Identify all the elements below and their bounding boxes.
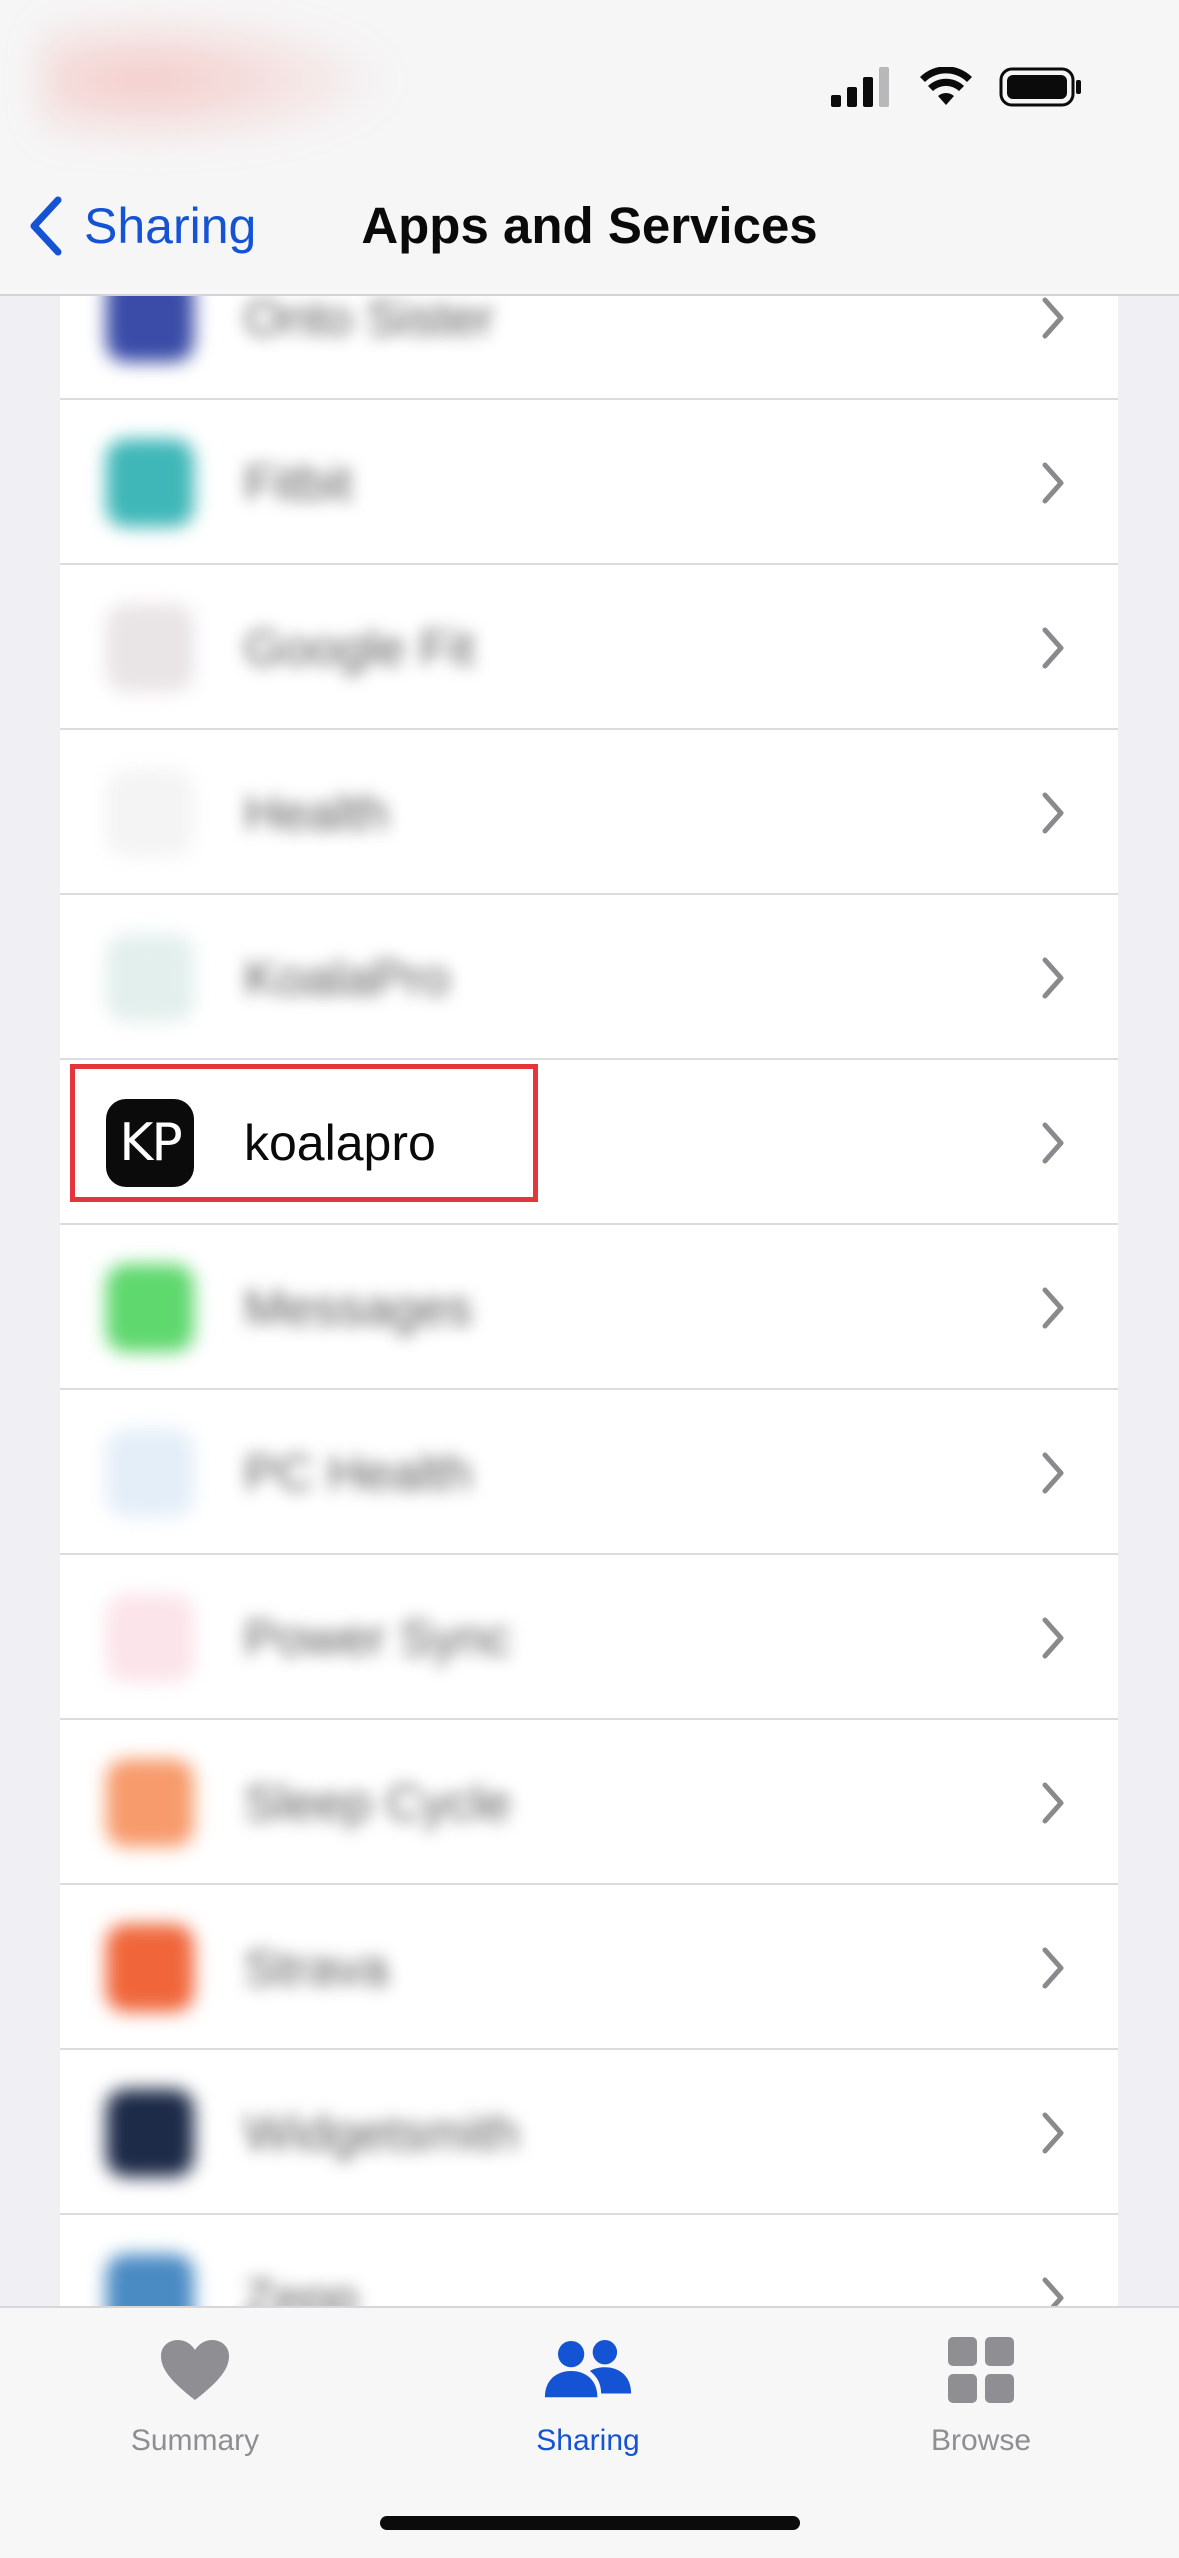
app-row-label: Onto Sister (244, 294, 495, 346)
app-row-label: Power Sync (244, 1610, 511, 1666)
app-row-label: Widgetsmith (244, 2105, 520, 2161)
app-row-label: KoalaPro (244, 950, 450, 1006)
app-icon-green (106, 1264, 194, 1352)
app-row-sleep-cycle[interactable]: Sleep Cycle (60, 1721, 1118, 1885)
app-icon-zepp (106, 2254, 194, 2306)
app-icon-dark-blue (106, 294, 194, 362)
app-icon-feather (106, 934, 194, 1022)
app-row-widgetsmith[interactable]: Widgetsmith (60, 2051, 1118, 2215)
app-row-zepp[interactable]: Zepp (60, 2216, 1118, 2306)
app-row-koalapro[interactable]: KoalaPro (60, 896, 1118, 1060)
app-row-label: Zepp (244, 2270, 358, 2306)
app-row-health[interactable]: Health (60, 731, 1118, 895)
app-row-label: Sleep Cycle (244, 1775, 511, 1831)
chevron-right-icon (1042, 1947, 1064, 1989)
app-row-google-fit[interactable]: Google Fit (60, 566, 1118, 730)
app-row-power-sync[interactable]: Power Sync (60, 1556, 1118, 1720)
app-row-label: Fitbit (244, 455, 353, 511)
chevron-right-icon (1042, 1122, 1064, 1164)
chevron-right-icon (1042, 2112, 1064, 2154)
app-row-label: Messages (244, 1280, 472, 1336)
apps-list: Onto Sister Fitbit Google Fit Health KoalaPr… (60, 294, 1118, 2306)
row-separator (60, 1553, 1118, 1555)
status-bar-blurred-area (40, 10, 400, 150)
tab-sharing-label: Sharing (536, 2424, 640, 2457)
row-separator (60, 1223, 1118, 1225)
cellular-signal-icon (831, 67, 889, 107)
app-row-label: PC Health (244, 1445, 472, 1501)
row-separator (60, 1718, 1118, 1720)
app-icon-strava (106, 1924, 194, 2012)
page-title-text: Apps and Services (361, 197, 818, 254)
app-icon-teal (106, 439, 194, 527)
chevron-right-icon (1042, 1287, 1064, 1329)
row-separator (60, 1388, 1118, 1390)
chevron-right-icon (1042, 462, 1064, 504)
app-row-label: Strava (244, 1940, 389, 1996)
row-separator (60, 1058, 1118, 1060)
status-bar-icons (831, 62, 1083, 112)
app-row-label: Health (244, 785, 389, 841)
chevron-right-icon (1042, 957, 1064, 999)
chevron-right-icon (1042, 1617, 1064, 1659)
tab-summary-label: Summary (130, 2424, 260, 2457)
app-row-fitbit[interactable]: Fitbit (60, 401, 1118, 565)
chevron-right-icon (1042, 297, 1064, 339)
tab-browse[interactable]: Browse (851, 2330, 1111, 2480)
navigation-bar: Sharing Apps and Services (0, 0, 1179, 296)
home-indicator (380, 2516, 800, 2530)
grid-icon (936, 2330, 1026, 2410)
tab-sharing[interactable]: Sharing (458, 2330, 718, 2480)
tab-summary[interactable]: Summary (65, 2330, 325, 2480)
app-row-messages[interactable]: Messages (60, 1226, 1118, 1390)
wifi-icon (920, 67, 972, 105)
tab-browse-label: Browse (930, 2424, 1032, 2457)
people-icon (543, 2330, 633, 2410)
row-separator (60, 728, 1118, 730)
row-separator (60, 2048, 1118, 2050)
row-separator (60, 398, 1118, 400)
app-icon-google-fit (106, 604, 194, 692)
chevron-right-icon (1042, 627, 1064, 669)
app-icon-navy (106, 2089, 194, 2177)
app-row-label: Google Fit (244, 620, 475, 676)
app-icon-health-heart (106, 769, 194, 857)
app-row-onto-sister[interactable]: Onto Sister (60, 294, 1118, 400)
row-separator (60, 563, 1118, 565)
highlight-annotation-box (70, 1064, 538, 1202)
heart-icon (150, 2330, 240, 2410)
app-icon-pink-heart (106, 1594, 194, 1682)
chevron-right-icon (1042, 1452, 1064, 1494)
app-icon-orange (106, 1759, 194, 1847)
app-row-strava[interactable]: Strava (60, 1886, 1118, 2050)
chevron-right-icon (1042, 1782, 1064, 1824)
page-title: Apps and Services (0, 190, 1179, 262)
row-separator (60, 1883, 1118, 1885)
app-icon-pc-health (106, 1429, 194, 1517)
chevron-right-icon (1042, 2277, 1064, 2306)
app-row-pc-health[interactable]: PC Health (60, 1391, 1118, 1555)
row-separator (60, 2213, 1118, 2215)
chevron-right-icon (1042, 792, 1064, 834)
battery-icon (999, 67, 1081, 107)
row-separator (60, 893, 1118, 895)
